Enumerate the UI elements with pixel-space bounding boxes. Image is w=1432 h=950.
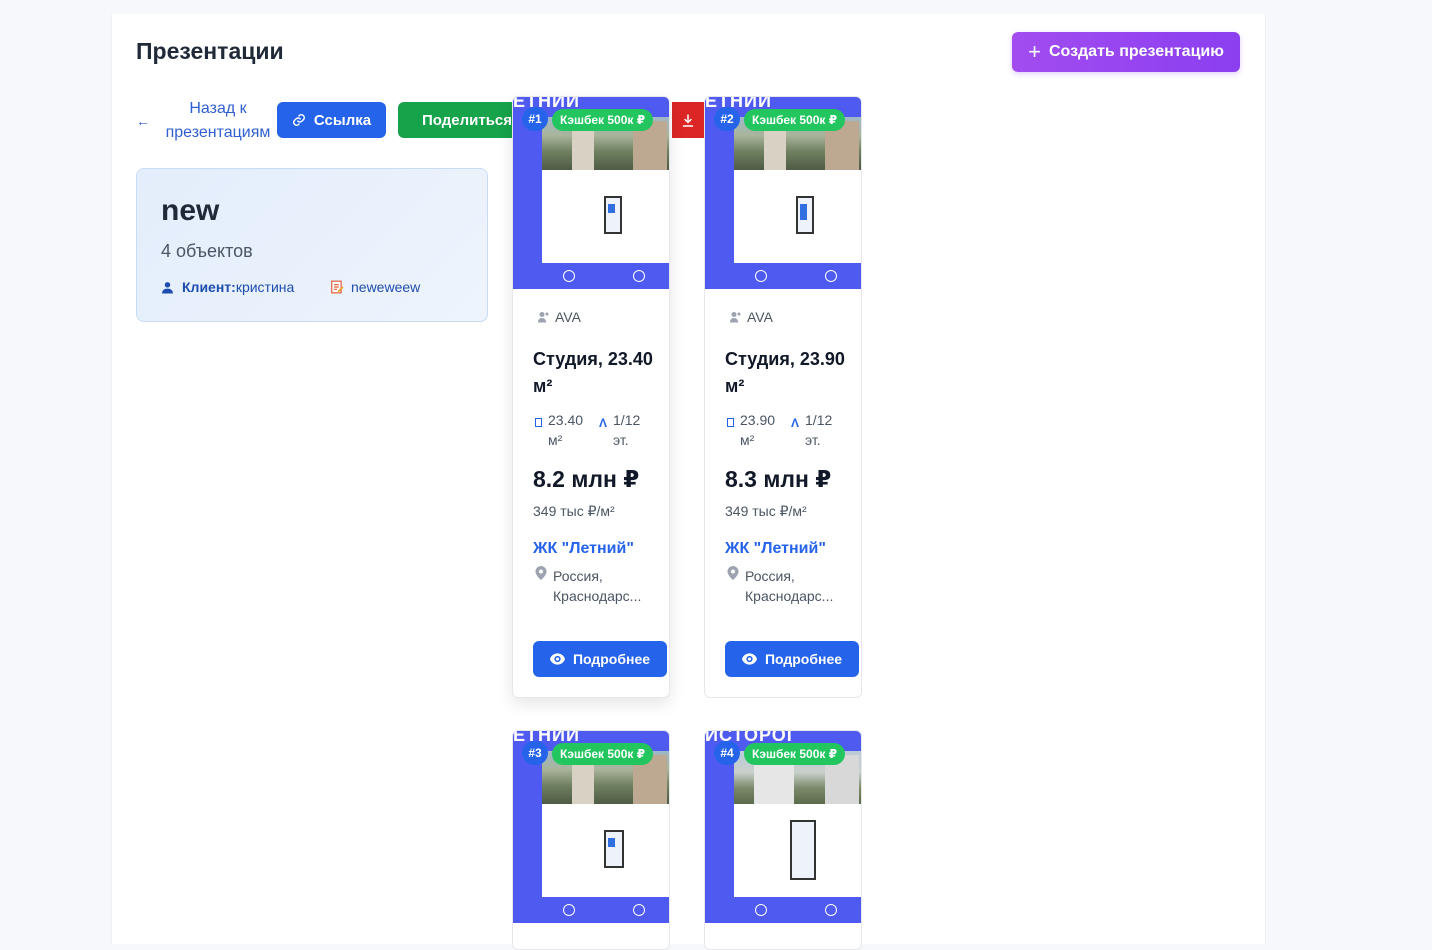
client-info: Клиент:кристина — [161, 279, 294, 295]
card-number-badge: #3 — [522, 741, 548, 765]
price-per-meter: 349 тыс ₽/м² — [725, 503, 807, 519]
card-number-badge: #1 — [522, 107, 548, 131]
area-value: 23.40 м² — [548, 412, 584, 448]
floor-value: 1/12 эт. — [805, 412, 833, 448]
cashback-badge: Кэшбек 500к ₽ — [552, 109, 654, 131]
area-stat: 23.40 м² — [535, 410, 592, 450]
floor-value: 1/12 эт. — [613, 412, 641, 448]
link-icon — [292, 114, 305, 126]
floor-stat: Λ 1/12 эт. — [599, 410, 641, 450]
create-presentation-button[interactable]: + Создать презентацию — [1012, 32, 1240, 72]
arrow-left-icon: ← — [136, 113, 150, 129]
property-price: 8.2 млн ₽ — [533, 466, 640, 492]
developer-icon — [730, 312, 741, 323]
property-card-1[interactable]: ЕТНИЙ #1 Кэшбек 500к ₽ AVA Студия, 23.40… — [512, 96, 670, 698]
client-label: Клиент: — [182, 279, 236, 295]
card-number-badge: #4 — [714, 741, 740, 765]
eye-icon — [741, 653, 757, 665]
note-text: neweweew — [351, 279, 421, 295]
floor-icon: Λ — [599, 416, 608, 430]
details-label: Подробнее — [572, 651, 651, 667]
developer-info: AVA — [537, 309, 581, 325]
area-icon — [727, 418, 734, 427]
copy-link-button[interactable]: Ссылка — [277, 102, 386, 138]
memo-icon — [331, 280, 344, 294]
details-button[interactable]: Подробнее — [725, 641, 859, 677]
copy-link-label: Ссылка — [313, 111, 372, 129]
eye-icon — [549, 653, 565, 665]
floor-icon: Λ — [791, 416, 800, 430]
details-label: Подробнее — [764, 651, 843, 667]
floor-plan-image — [790, 820, 816, 880]
developer-name: AVA — [747, 309, 773, 325]
share-label: Поделиться — [422, 111, 512, 129]
floor-plan-image — [604, 830, 624, 868]
card-number-badge: #2 — [714, 107, 740, 131]
property-image[interactable]: ЕТНИЙ #1 Кэшбек 500к ₽ — [513, 97, 669, 289]
share-button[interactable]: Поделиться — [398, 102, 512, 138]
area-stat: 23.90 м² — [727, 410, 784, 450]
user-icon — [162, 281, 173, 293]
property-price: 8.3 млн ₽ — [725, 466, 832, 492]
presentation-name: new — [161, 194, 220, 227]
price-per-meter: 349 тыс ₽/м² — [533, 503, 615, 519]
complex-link[interactable]: ЖК "Летний" — [533, 540, 634, 558]
property-image[interactable]: ЕТНИЙ #2 Кэшбек 500к ₽ — [705, 97, 861, 289]
address: Россия, Краснодарс... — [535, 566, 658, 606]
plus-icon: + — [1028, 39, 1041, 64]
download-button[interactable] — [672, 102, 704, 138]
cashback-badge: Кэшбек 500к ₽ — [552, 743, 654, 765]
floor-stat: Λ 1/12 эт. — [791, 410, 833, 450]
developer-info: AVA — [729, 309, 773, 325]
property-title: Студия, 23.90 м² — [725, 349, 845, 396]
cashback-badge: Кэшбек 500к ₽ — [744, 743, 846, 765]
location-pin-icon — [727, 566, 739, 580]
developer-name: AVA — [555, 309, 581, 325]
address-text: Россия, Краснодарс... — [553, 568, 642, 604]
details-button[interactable]: Подробнее — [533, 641, 667, 677]
floor-plan-image — [604, 196, 622, 234]
client-name: кристина — [235, 279, 295, 295]
address-text: Россия, Краснодарс... — [745, 568, 834, 604]
objects-count: 4 объектов — [161, 241, 253, 261]
floor-plan-image — [796, 196, 814, 234]
back-link-label: Назад к презентациям — [165, 100, 271, 141]
complex-link[interactable]: ЖК "Летний" — [725, 540, 826, 558]
content-panel — [111, 14, 1266, 944]
back-to-presentations-link[interactable]: ← Назад к презентациям — [136, 97, 276, 145]
cashback-badge: Кэшбек 500к ₽ — [744, 109, 846, 131]
property-card-4[interactable]: ИСТОРОГ #4 Кэшбек 500к ₽ — [704, 730, 862, 950]
presentation-note: neweweew — [330, 279, 420, 295]
address: Россия, Краснодарс... — [727, 566, 850, 606]
presentation-info-card: new 4 объектов Клиент:кристина neweweew — [136, 168, 488, 322]
page-title: Презентации — [136, 38, 284, 64]
property-card-2[interactable]: ЕТНИЙ #2 Кэшбек 500к ₽ AVA Студия, 23.90… — [704, 96, 862, 698]
developer-icon — [538, 312, 549, 323]
create-presentation-label: Создать презентацию — [1048, 43, 1224, 60]
download-icon — [682, 113, 694, 127]
property-image[interactable]: ЕТНИЙ #3 Кэшбек 500к ₽ — [513, 731, 669, 923]
location-pin-icon — [535, 566, 547, 580]
area-icon — [535, 418, 542, 427]
property-title: Студия, 23.40 м² — [533, 349, 653, 396]
property-image[interactable]: ИСТОРОГ #4 Кэшбек 500к ₽ — [705, 731, 861, 923]
property-card-3[interactable]: ЕТНИЙ #3 Кэшбек 500к ₽ — [512, 730, 670, 950]
area-value: 23.90 м² — [740, 412, 776, 448]
